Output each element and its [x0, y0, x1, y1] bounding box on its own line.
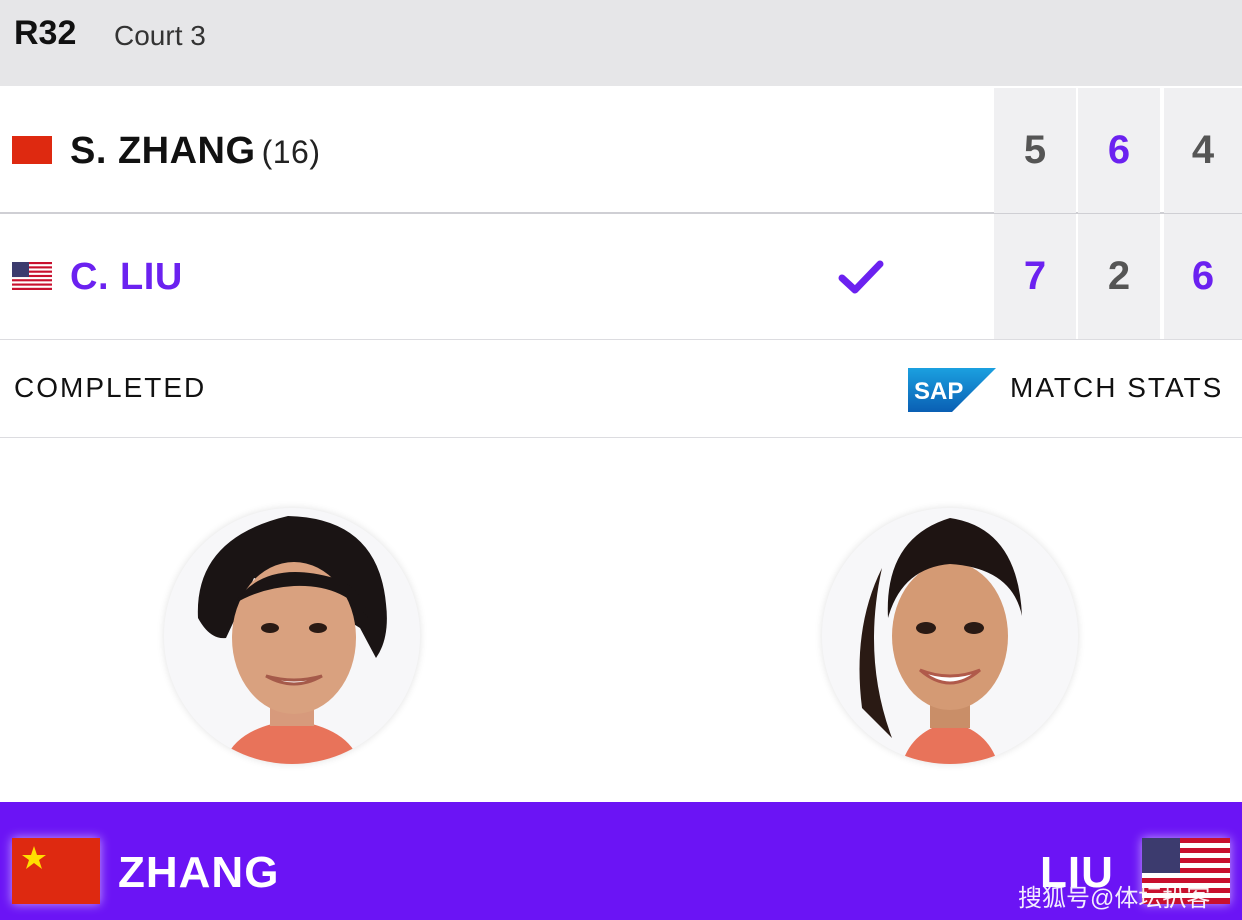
player-name: S. ZHANG (16) — [70, 130, 320, 173]
sap-logo-text: SAP — [914, 378, 963, 405]
match-header: R32 Court 3 — [0, 0, 1242, 86]
court-label: Court 3 — [114, 20, 206, 51]
round-label: R32 — [14, 14, 77, 52]
player-name-text: C. LIU — [70, 256, 183, 298]
set-2-score: 2 — [1078, 214, 1160, 339]
set-3-score: 4 — [1164, 88, 1242, 213]
player-photos — [0, 438, 1242, 802]
player-seed: (16) — [261, 134, 321, 170]
player-avatar-liu — [822, 508, 1078, 764]
player-avatar-zhang — [164, 508, 420, 764]
match-stats-link[interactable]: MATCH STATS — [1010, 372, 1223, 404]
footer-player-name-left: ZHANG — [118, 848, 280, 897]
sap-logo[interactable]: SAP — [908, 368, 996, 412]
set-3-score: 6 — [1164, 214, 1242, 339]
player-name-text: S. ZHANG — [70, 130, 256, 172]
avatar-portrait — [822, 508, 1078, 764]
china-flag-icon — [12, 838, 100, 904]
set-1-score: 7 — [994, 214, 1076, 339]
usa-flag-icon — [12, 262, 52, 290]
match-status: COMPLETED — [14, 372, 207, 403]
winner-check-icon — [838, 260, 884, 294]
match-footer: ZHANG LIU 搜狐号@体坛扒客 — [0, 802, 1242, 920]
player-row-liu[interactable]: C. LIU 7 2 6 — [0, 214, 1242, 340]
set-1-score: 5 — [994, 88, 1076, 213]
avatar-portrait — [164, 508, 420, 764]
watermark: 搜狐号@体坛扒客 — [1018, 885, 1211, 912]
set-2-score: 6 — [1078, 88, 1160, 213]
china-flag-icon — [12, 136, 52, 164]
player-row-zhang[interactable]: S. ZHANG (16) 5 6 4 — [0, 88, 1242, 214]
match-status-bar: COMPLETED SAP MATCH STATS — [0, 340, 1242, 438]
player-name: C. LIU — [70, 256, 183, 299]
